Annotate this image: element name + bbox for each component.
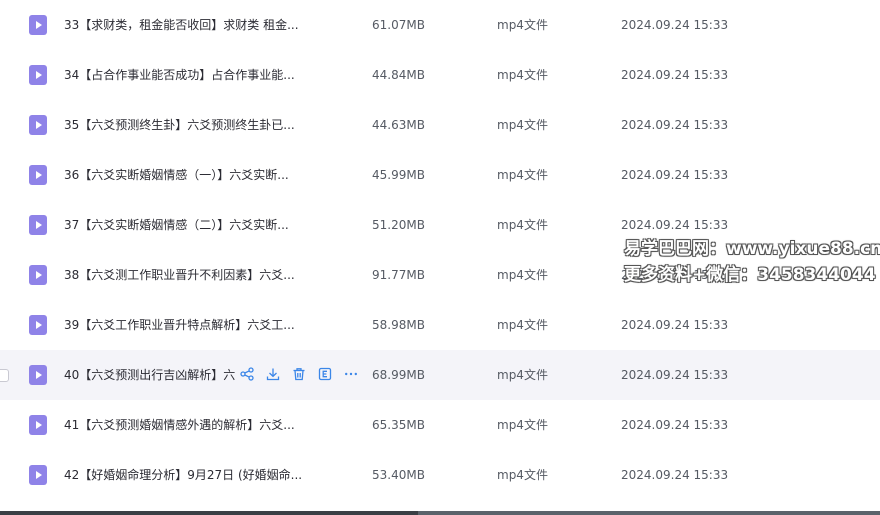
file-date: 2024.09.24 15:33 [621, 18, 729, 32]
more-icon[interactable] [344, 367, 358, 381]
file-name[interactable]: 35【六爻预测终生卦】六爻预测终生卦已... [64, 100, 295, 150]
file-type: mp4文件 [497, 268, 548, 282]
file-name[interactable]: 33【求财类，租金能否收回】求财类 租金... [64, 0, 299, 50]
file-type: mp4文件 [497, 468, 548, 482]
file-type: mp4文件 [497, 318, 548, 332]
video-file-icon [29, 465, 47, 485]
file-row[interactable]: 34【占合作事业能否成功】占合作事业能... 44.84MB mp4文件 202… [0, 50, 880, 100]
file-type: mp4文件 [497, 168, 548, 182]
file-size: 53.40MB [372, 468, 425, 482]
file-row[interactable]: 36【六爻实断婚姻情感（一）】六爻实断... 45.99MB mp4文件 202… [0, 150, 880, 200]
file-date: 2024.09.24 15:33 [621, 68, 729, 82]
file-date: 2024.09.24 15:33 [621, 118, 729, 132]
file-size: 44.63MB [372, 118, 425, 132]
file-row[interactable]: 35【六爻预测终生卦】六爻预测终生卦已... 44.63MB mp4文件 202… [0, 100, 880, 150]
video-file-icon [29, 65, 47, 85]
delete-icon[interactable] [292, 367, 306, 381]
share-icon[interactable] [240, 367, 254, 381]
file-name[interactable]: 38【六爻测工作职业晋升不利因素】六爻... [64, 250, 295, 300]
file-type: mp4文件 [497, 418, 548, 432]
file-date: 2024.09.24 15:33 [621, 318, 729, 332]
file-type: mp4文件 [497, 118, 548, 132]
file-date: 2024.09.24 15:33 [621, 368, 729, 382]
row-actions [240, 367, 358, 383]
watermark-site: 易学巴巴网：www.yixue88.cn [624, 239, 880, 259]
file-name[interactable]: 36【六爻实断婚姻情感（一）】六爻实断... [64, 150, 289, 200]
file-date: 2024.09.24 15:33 [621, 468, 729, 482]
file-type: mp4文件 [497, 368, 548, 382]
file-size: 45.99MB [372, 168, 425, 182]
file-size: 44.84MB [372, 68, 425, 82]
watermark-contact: 更多资料+微信：3458344044 [624, 265, 876, 285]
file-name[interactable]: 40【六爻预测出行吉凶解析】六 [64, 350, 235, 400]
scrollbar-thumb[interactable] [418, 511, 880, 515]
file-size: 65.35MB [372, 418, 425, 432]
horizontal-scrollbar[interactable] [0, 511, 880, 515]
file-row-hovered[interactable]: 40【六爻预测出行吉凶解析】六 68.99MB mp4文件 2024.09.24… [0, 350, 880, 400]
file-row[interactable]: 33【求财类，租金能否收回】求财类 租金... 61.07MB mp4文件 20… [0, 0, 880, 50]
download-icon[interactable] [266, 367, 280, 381]
file-type: mp4文件 [497, 68, 548, 82]
video-file-icon [29, 315, 47, 335]
file-size: 91.77MB [372, 268, 425, 282]
file-type: mp4文件 [497, 218, 548, 232]
file-size: 61.07MB [372, 18, 425, 32]
video-file-icon [29, 115, 47, 135]
file-name[interactable]: 34【占合作事业能否成功】占合作事业能... [64, 50, 295, 100]
file-name[interactable]: 42【好婚姻命理分析】9月27日 (好婚姻命... [64, 450, 302, 500]
file-row[interactable]: 41【六爻预测婚姻情感外遇的解析】六爻... 65.35MB mp4文件 202… [0, 400, 880, 450]
file-name[interactable]: 39【六爻工作职业晋升特点解析】六爻工... [64, 300, 295, 350]
file-date: 2024.09.24 15:33 [621, 168, 729, 182]
file-size: 68.99MB [372, 368, 425, 382]
file-name[interactable]: 37【六爻实断婚姻情感（二）】六爻实断... [64, 200, 289, 250]
file-date: 2024.09.24 15:33 [621, 418, 729, 432]
file-row[interactable]: 39【六爻工作职业晋升特点解析】六爻工... 58.98MB mp4文件 202… [0, 300, 880, 350]
file-name[interactable]: 41【六爻预测婚姻情感外遇的解析】六爻... [64, 400, 295, 450]
video-file-icon [29, 415, 47, 435]
video-file-icon [29, 165, 47, 185]
video-file-icon [29, 15, 47, 35]
video-file-icon [29, 215, 47, 235]
file-size: 51.20MB [372, 218, 425, 232]
video-file-icon [29, 365, 47, 385]
file-size: 58.98MB [372, 318, 425, 332]
video-file-icon [29, 265, 47, 285]
file-type: mp4文件 [497, 18, 548, 32]
extract-icon[interactable] [318, 367, 332, 381]
row-checkbox[interactable] [0, 369, 9, 382]
file-row[interactable]: 42【好婚姻命理分析】9月27日 (好婚姻命... 53.40MB mp4文件 … [0, 450, 880, 500]
